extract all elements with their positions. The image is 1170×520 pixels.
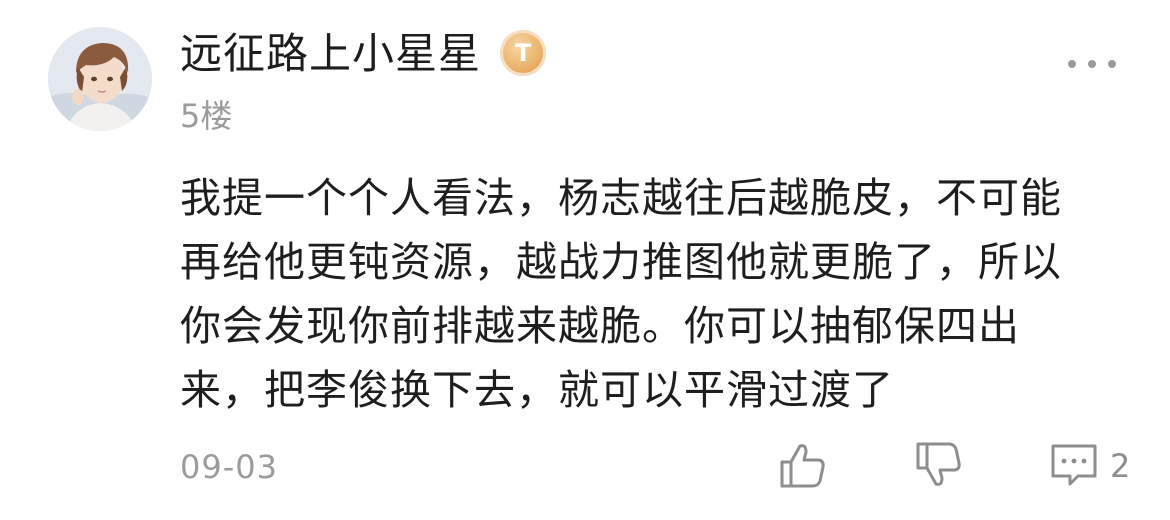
avatar-illustration — [48, 27, 152, 131]
reply-count: 2 — [1110, 447, 1131, 485]
floor-number: 5楼 — [180, 97, 233, 135]
more-dots-icon — [1088, 60, 1096, 68]
comment-item: 远征路上小星星 T 5楼 我提一个个人看法，杨志越往后越脆皮，不可能 再给他更钝… — [0, 0, 1170, 520]
level-badge-icon: T — [500, 30, 546, 76]
comment-bubble-icon — [1051, 444, 1097, 486]
comment-line: 你会发现你前排越来越脆。你可以抽郁保四出 — [180, 302, 1020, 350]
dislike-button[interactable] — [914, 440, 964, 494]
like-button[interactable] — [778, 440, 828, 494]
comment-date: 09-03 — [180, 448, 278, 486]
comment-line: 来，把李俊换下去，就可以平滑过渡了 — [180, 366, 894, 414]
more-options-button[interactable] — [1068, 50, 1116, 78]
avatar[interactable] — [48, 27, 152, 131]
thumbs-down-icon — [916, 442, 961, 486]
reply-button[interactable]: 2 — [1048, 440, 1134, 494]
comment-line: 再给他更钝资源，越战力推图他就更脆了，所以 — [180, 238, 1062, 286]
level-badge-label: T — [514, 39, 532, 67]
more-dots-icon — [1108, 60, 1116, 68]
thumbs-up-icon — [780, 444, 825, 488]
username[interactable]: 远征路上小星星 — [180, 28, 481, 80]
more-dots-icon — [1068, 60, 1076, 68]
comment-line: 我提一个个人看法，杨志越往后越脆皮，不可能 — [180, 174, 1062, 222]
comment-content: 我提一个个人看法，杨志越往后越脆皮，不可能 再给他更钝资源，越战力推图他就更脆了… — [180, 166, 1130, 422]
